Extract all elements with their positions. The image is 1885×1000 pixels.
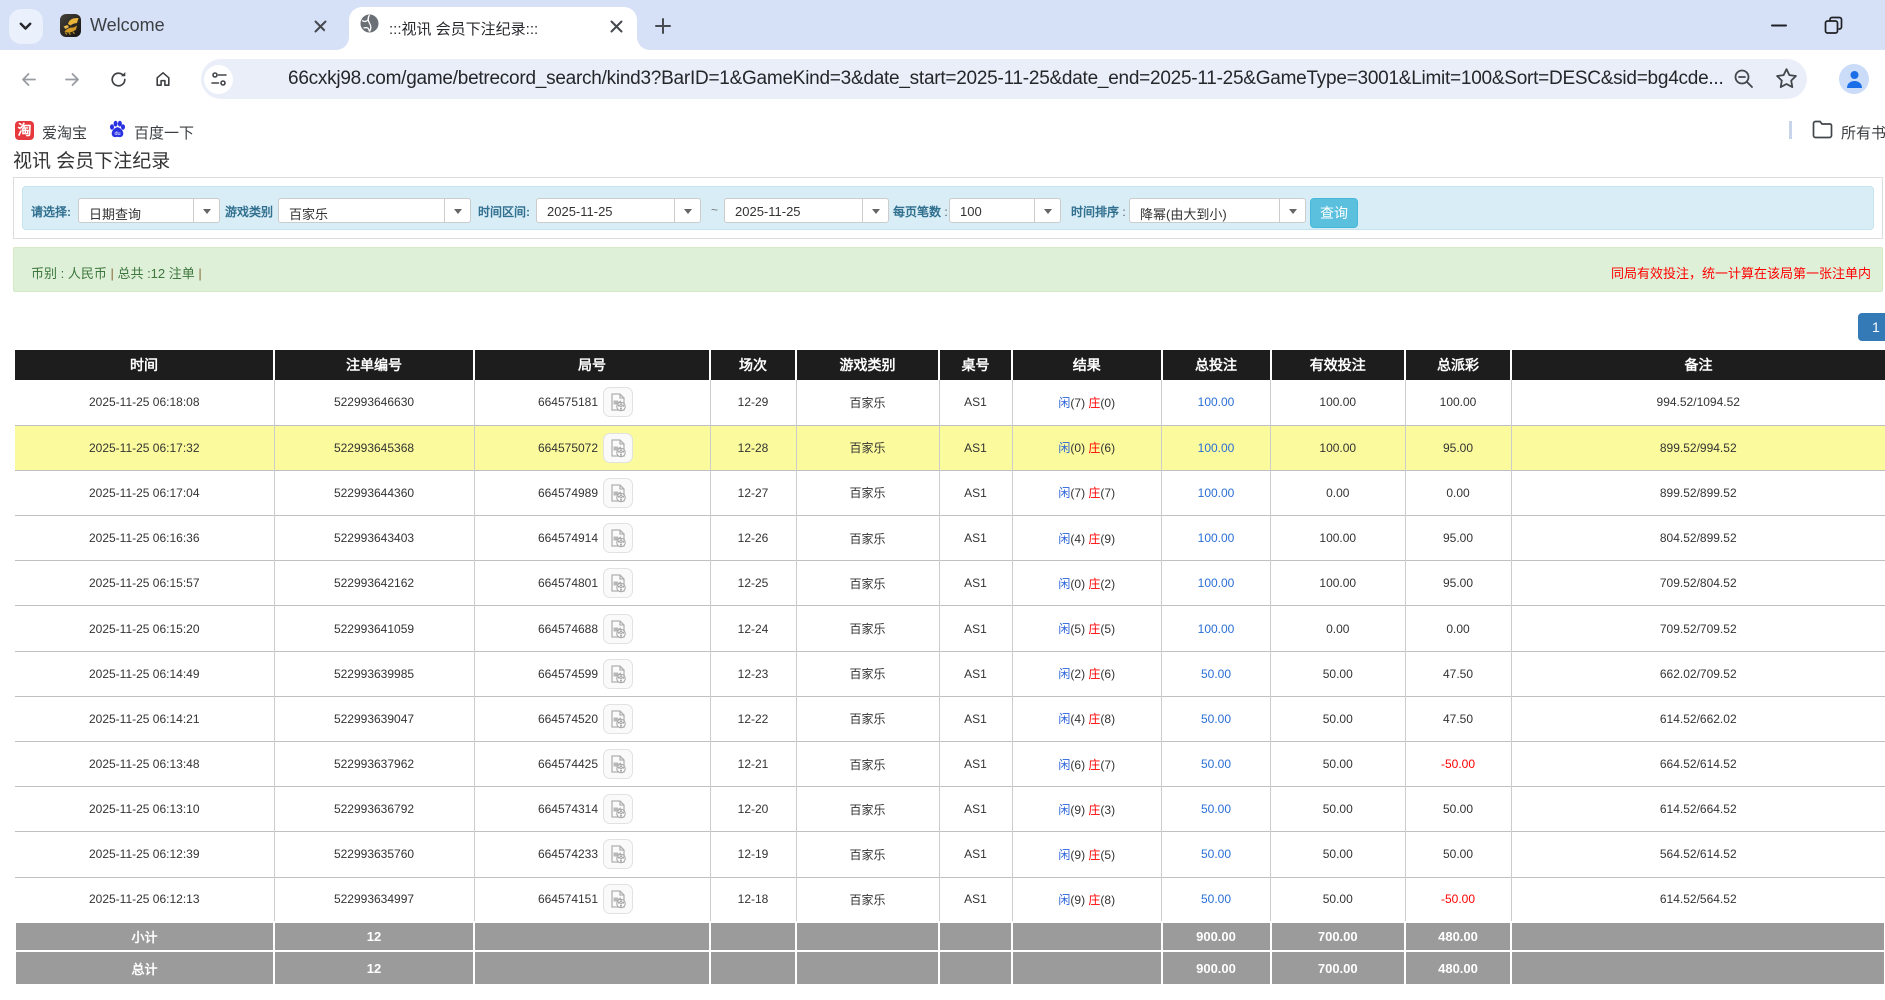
svg-text:du: du	[114, 131, 120, 137]
